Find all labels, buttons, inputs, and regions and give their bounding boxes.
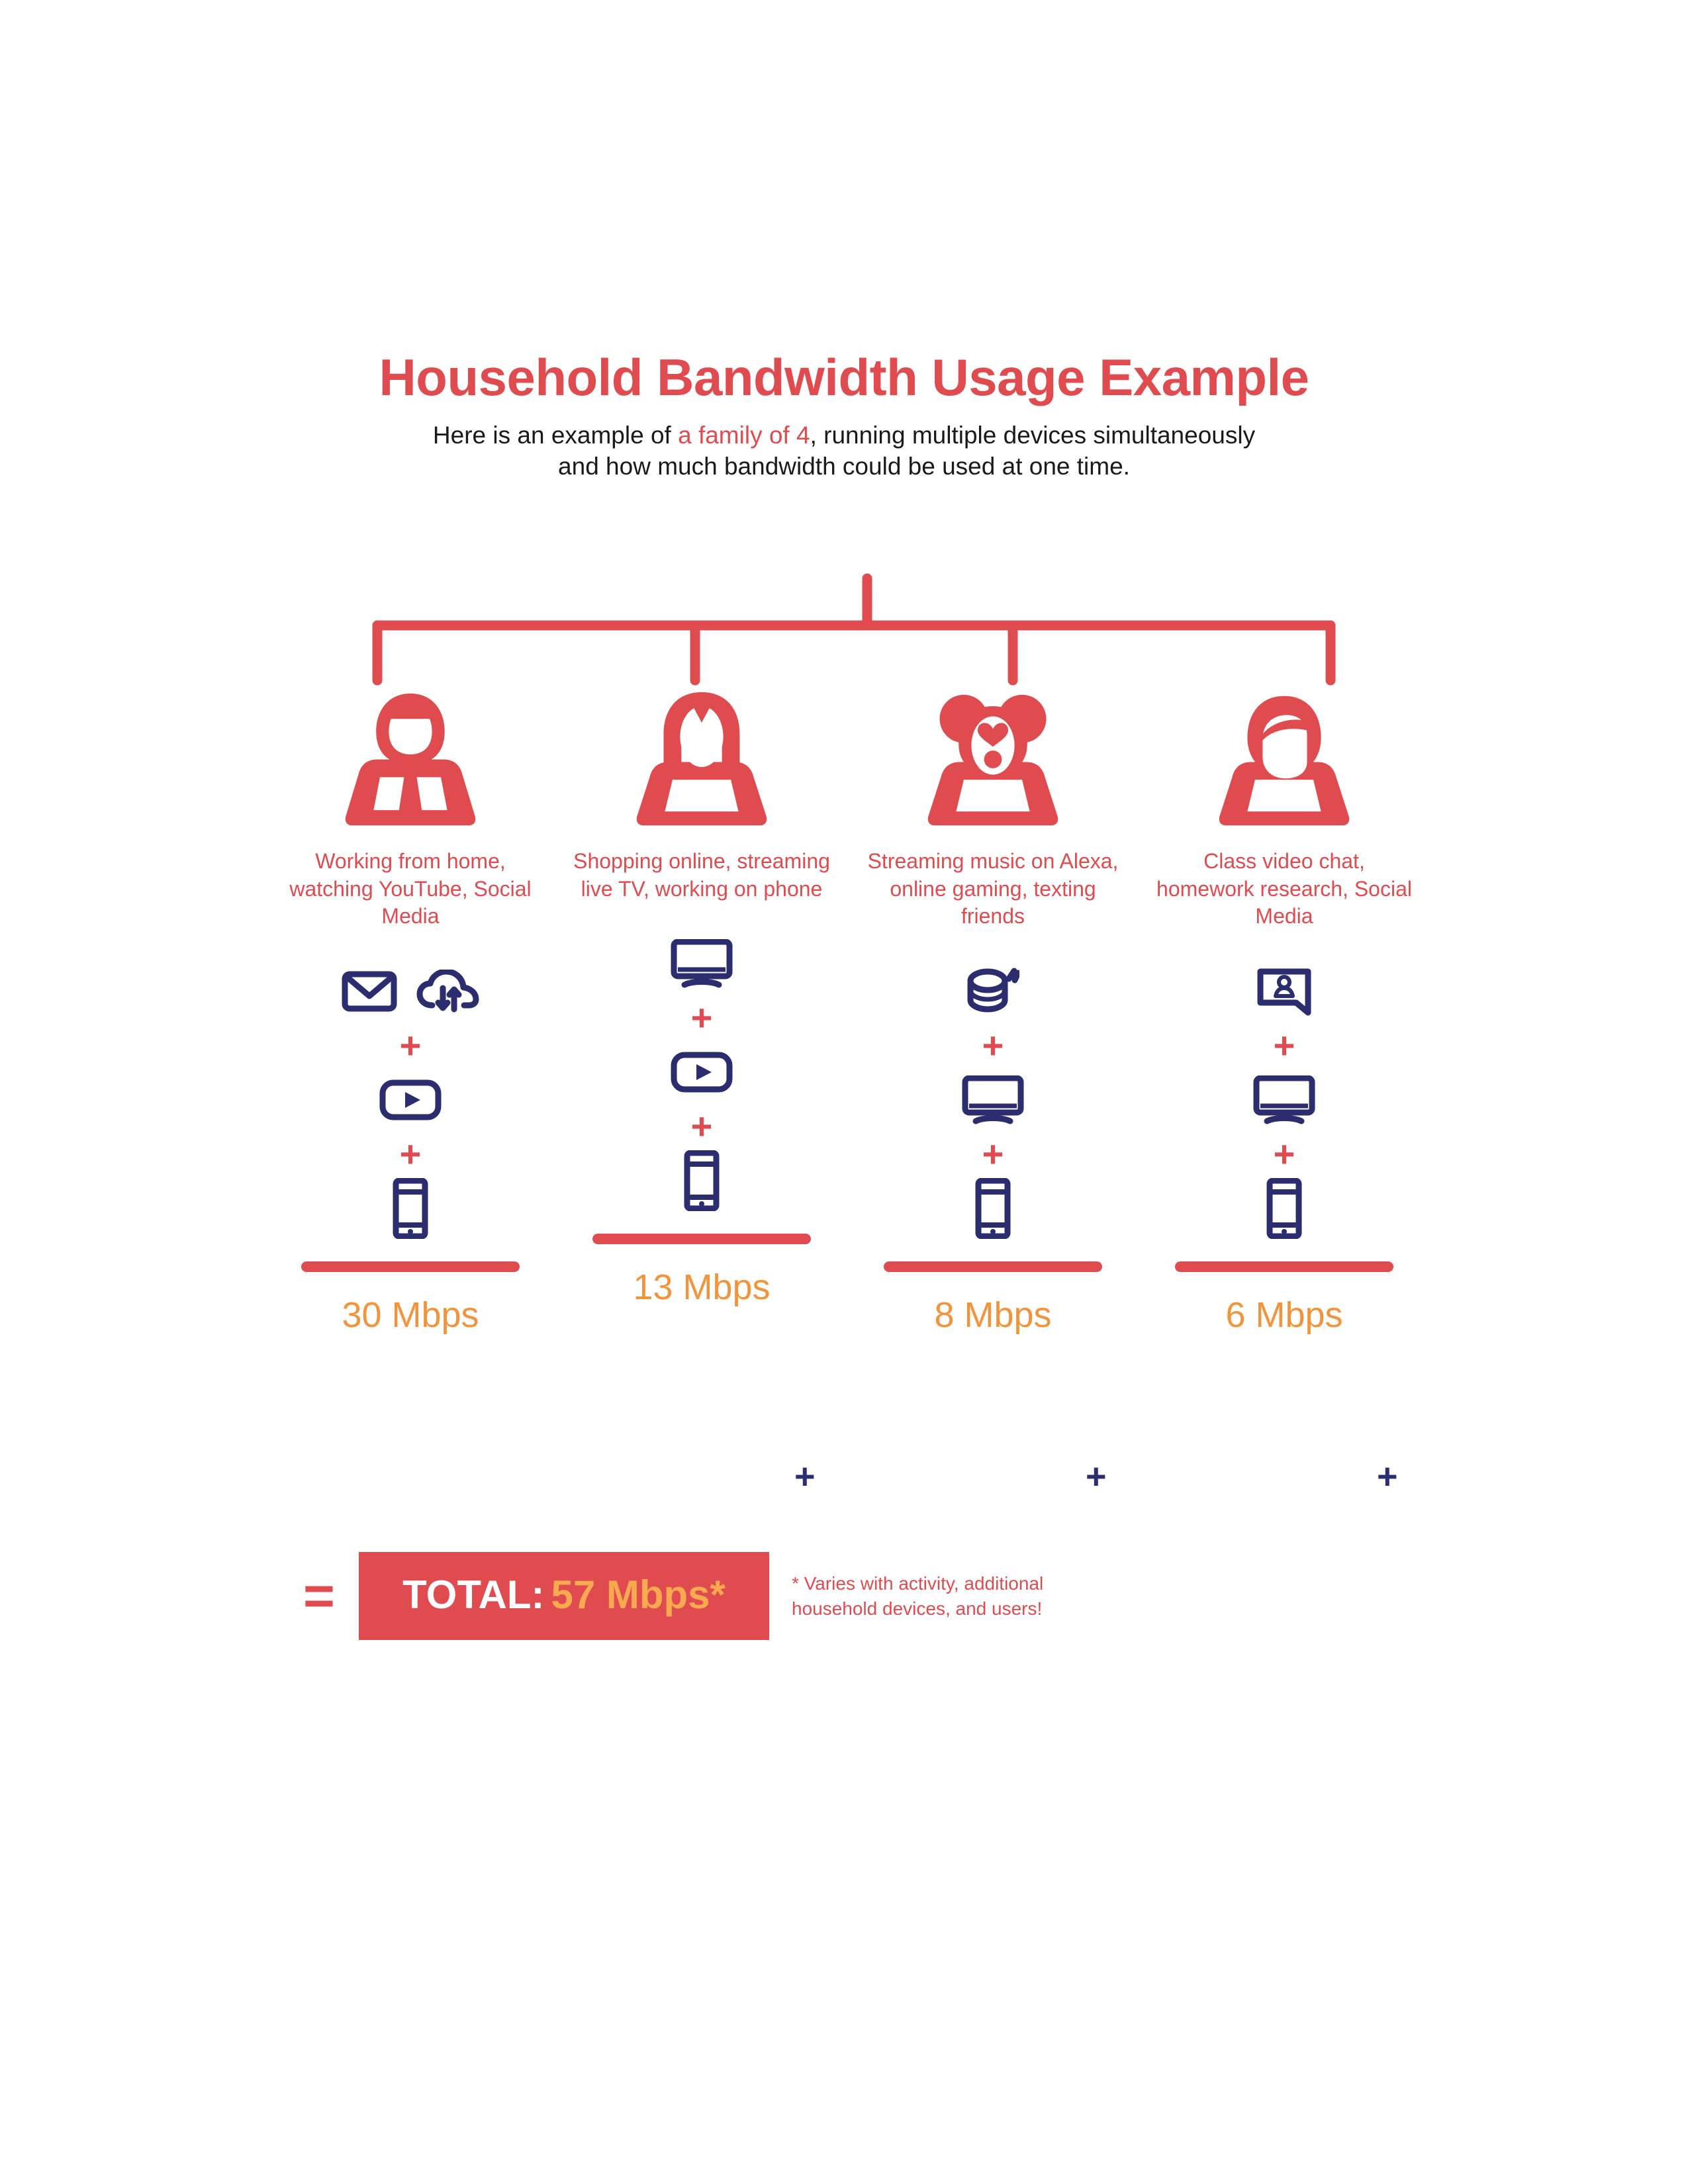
member-activity-3: Streaming music on Alexa, online gaming,… [867, 849, 1119, 929]
plus-sign-3-1: + [982, 1024, 1004, 1066]
plus-sign-2-2: + [690, 1105, 713, 1148]
plus-sign-3-2: + [982, 1132, 1004, 1175]
video-chat-icon [1257, 968, 1311, 1016]
smartphone-icon [1266, 1177, 1302, 1239]
device-stack-4: + + [1252, 958, 1316, 1242]
member-activity-4: Class video chat, homework research, Soc… [1156, 849, 1412, 929]
plus-sign-4-1: + [1273, 1024, 1295, 1066]
device-row-3-3 [975, 1175, 1011, 1242]
device-stack-2: + + [670, 931, 733, 1214]
member-mbps-2: 13 Mbps [633, 1267, 771, 1308]
member-column-2: Shopping online, streaming live TV, work… [556, 688, 847, 1308]
total-row: = TOTAL: 57 Mbps* * Varies with activity… [265, 1552, 1430, 1640]
person-teen-bob-hair-icon [1219, 696, 1350, 826]
subtitle-line-two: and how much bandwidth could be used at … [558, 453, 1130, 480]
person-child-ears-icon [927, 694, 1058, 826]
member-mbps-3: 8 Mbps [934, 1295, 1052, 1335]
device-row-1-2 [379, 1067, 442, 1133]
smartphone-icon [975, 1177, 1011, 1239]
sum-plus-1: + [794, 1457, 816, 1496]
subtitle-text-post: , running multiple devices simultaneousl… [810, 421, 1256, 449]
plus-sign-1-1: + [399, 1024, 422, 1066]
member-mbps-4: 6 Mbps [1225, 1295, 1343, 1335]
member-columns: Working from home, watching YouTube, Soc… [265, 688, 1430, 1336]
video-player-icon [671, 1052, 733, 1093]
infographic-page: Household Bandwidth Usage Example Here i… [0, 0, 1688, 2184]
smartphone-icon [684, 1150, 720, 1212]
total-label: TOTAL: [402, 1572, 545, 1617]
plus-sign-1-2: + [399, 1132, 422, 1175]
device-row-3-2 [961, 1067, 1025, 1133]
device-stack-3: + + [961, 958, 1025, 1242]
member-column-1: Working from home, watching YouTube, Soc… [265, 688, 556, 1336]
member-activity-2: Shopping online, streaming live TV, work… [573, 849, 830, 901]
person-man-tie-icon [345, 693, 476, 826]
device-row-3-1 [966, 958, 1019, 1024]
member-mbps-1: 30 Mbps [342, 1295, 479, 1335]
bracket-connector [372, 573, 1336, 686]
total-badge: TOTAL: 57 Mbps* [359, 1552, 769, 1640]
subtitle-highlight: a family of 4 [678, 421, 810, 449]
subtitle-text-pre: Here is an example of [432, 421, 679, 449]
page-subtitle: Here is an example of a family of 4, run… [248, 420, 1440, 482]
member-column-4: Class video chat, homework research, Soc… [1139, 688, 1430, 1336]
sum-plus-2: + [1086, 1457, 1107, 1496]
plus-sign-2-1: + [690, 997, 713, 1039]
device-row-2-1 [670, 931, 733, 997]
device-row-4-2 [1252, 1067, 1316, 1133]
column-bar-4 [1175, 1261, 1393, 1272]
email-icon [342, 971, 397, 1012]
device-row-1-1 [341, 958, 480, 1024]
member-column-3: Streaming music on Alexa, online gaming,… [847, 688, 1139, 1336]
tv-monitor-icon [962, 1075, 1024, 1124]
device-stack-1: + + [341, 958, 480, 1242]
member-activity-1: Working from home, watching YouTube, Soc… [289, 849, 532, 929]
tv-monitor-icon [1253, 1075, 1315, 1124]
total-value: 57 Mbps* [551, 1572, 726, 1617]
smartphone-icon [393, 1177, 428, 1239]
device-row-2-3 [684, 1148, 720, 1214]
sum-plus-3: + [1377, 1457, 1398, 1496]
smart-speaker-icon [967, 968, 1019, 1013]
tv-monitor-icon [671, 939, 733, 988]
cloud-sync-icon [416, 969, 479, 1013]
device-row-4-3 [1266, 1175, 1302, 1242]
total-footnote: * Varies with activity, additional house… [792, 1573, 1044, 1619]
page-title: Household Bandwidth Usage Example [379, 348, 1309, 406]
column-bar-2 [592, 1234, 811, 1245]
video-player-icon [379, 1079, 442, 1120]
column-bar-1 [301, 1261, 520, 1272]
device-row-4-1 [1255, 958, 1313, 1024]
person-woman-long-hair-icon [636, 692, 767, 826]
device-row-1-3 [393, 1175, 428, 1242]
device-row-2-2 [670, 1039, 733, 1105]
column-bar-3 [884, 1261, 1102, 1272]
equals-sign: = [303, 1565, 335, 1626]
header: Household Bandwidth Usage Example Here i… [248, 348, 1440, 482]
plus-sign-4-2: + [1273, 1132, 1295, 1175]
